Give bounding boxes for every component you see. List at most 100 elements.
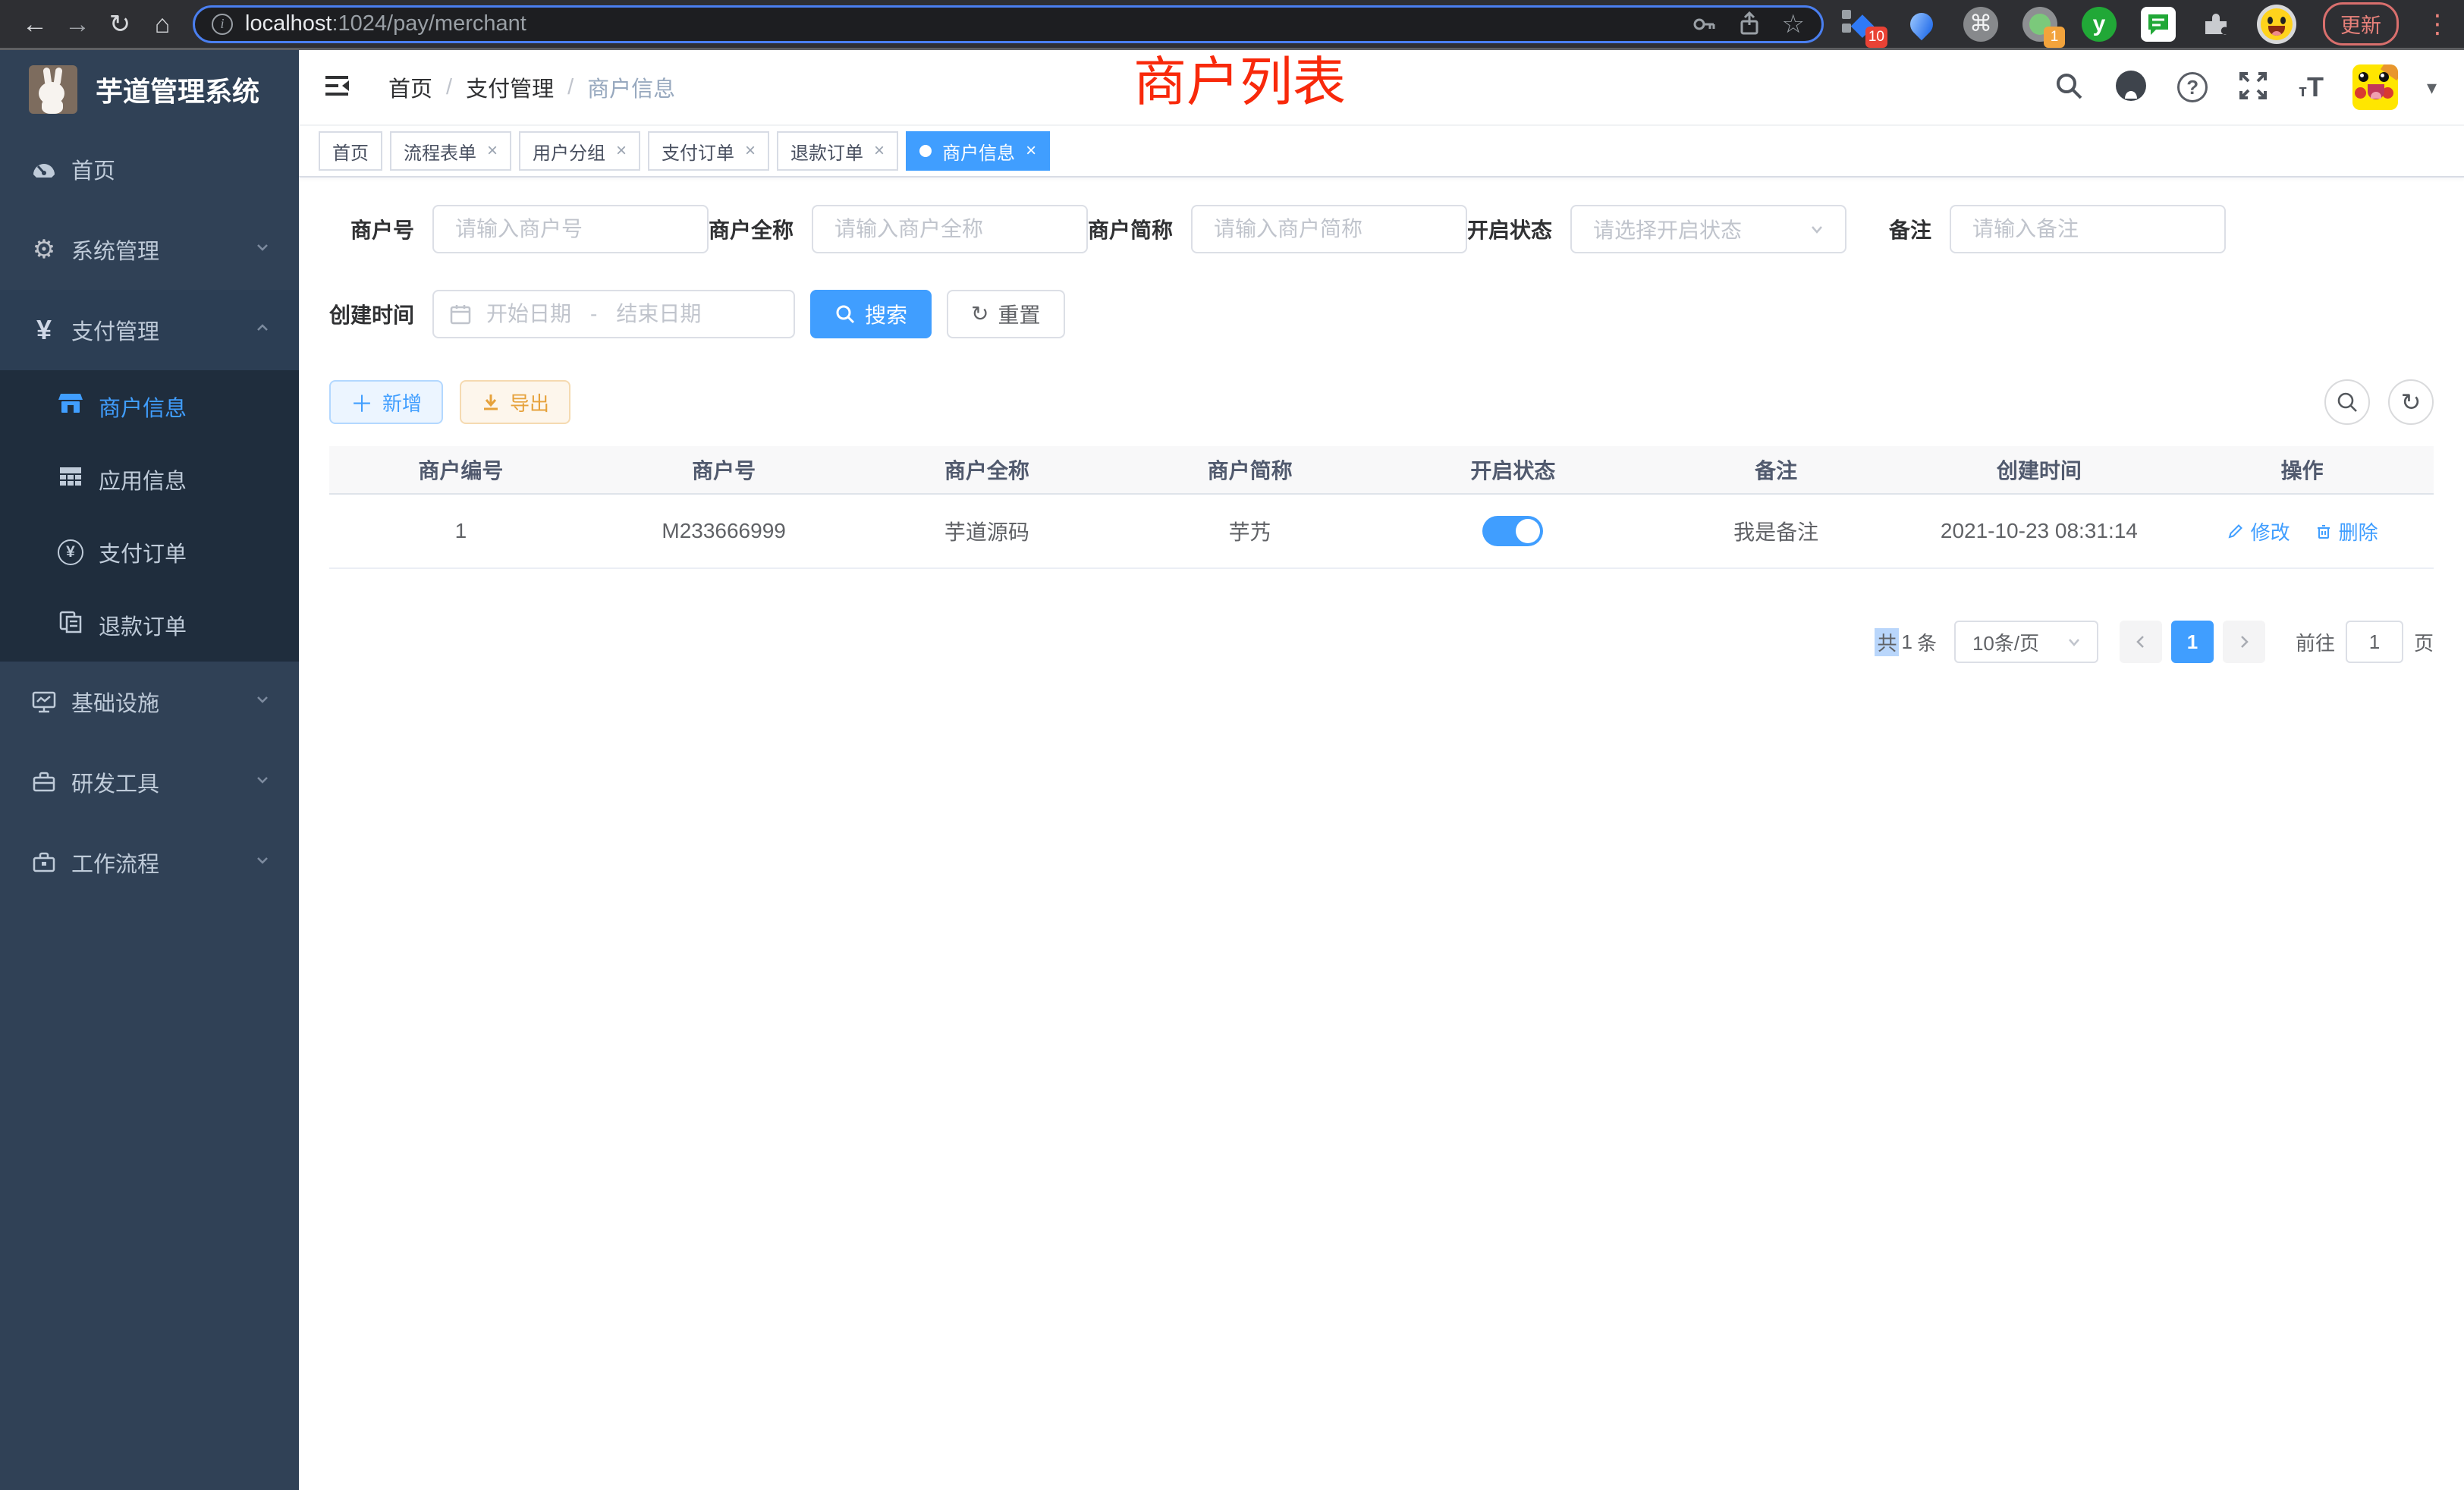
extension-command-icon[interactable]: ⌘ xyxy=(1960,4,2001,45)
field-label: 开启状态 xyxy=(1467,214,1570,244)
toolbox-icon xyxy=(30,769,58,795)
extension-pin-icon[interactable] xyxy=(1901,4,1942,45)
field-label: 创建时间 xyxy=(329,299,432,329)
briefcase-icon xyxy=(30,850,58,875)
close-icon[interactable]: × xyxy=(616,140,627,162)
field-label: 商户号 xyxy=(329,214,432,244)
reset-button[interactable]: ↻ 重置 xyxy=(947,290,1064,338)
key-icon[interactable] xyxy=(1691,11,1717,37)
merchant-table: 商户编号 商户号 商户全称 商户简称 开启状态 备注 创建时间 操作 1 M23… xyxy=(329,446,2434,569)
short-name-input[interactable] xyxy=(1191,205,1467,253)
font-size-icon[interactable]: тT xyxy=(2299,71,2324,103)
page-content: 商户号 商户全称 商户简称 开启状态 请选择开启状态 xyxy=(299,178,2464,690)
cell-full-name: 芋道源码 xyxy=(856,495,1119,567)
extension-emoji-icon[interactable] xyxy=(2256,4,2297,45)
extension-chat-icon[interactable] xyxy=(2138,4,2179,45)
merchant-no-input[interactable] xyxy=(432,205,709,253)
page-size-select[interactable]: 10条/页 xyxy=(1954,621,2098,663)
active-dot xyxy=(919,145,932,157)
url-text[interactable]: localhost:1024/pay/merchant xyxy=(245,11,1671,36)
share-icon[interactable] xyxy=(1736,11,1762,37)
table-header-row: 商户编号 商户号 商户全称 商户简称 开启状态 备注 创建时间 操作 xyxy=(329,446,2434,495)
filter-remark: 备注 xyxy=(1846,205,2226,253)
sidebar-logo-row[interactable]: 芋道管理系统 xyxy=(0,50,299,129)
sidebar-item-merchant-info[interactable]: 商户信息 xyxy=(0,370,299,443)
sidebar-item-payment[interactable]: ¥ 支付管理 xyxy=(0,290,299,370)
cell-create-time: 2021-10-23 08:31:14 xyxy=(1908,495,2171,567)
sidebar-item-dev-tools[interactable]: 研发工具 xyxy=(0,742,299,822)
full-name-input[interactable] xyxy=(812,205,1088,253)
close-icon[interactable]: × xyxy=(487,140,498,162)
user-avatar[interactable] xyxy=(2352,64,2398,110)
extension-recorder-icon[interactable]: 1 xyxy=(2019,4,2060,45)
tab-home[interactable]: 首页 xyxy=(319,131,382,171)
browser-home-icon[interactable]: ⌂ xyxy=(141,11,184,37)
sidebar-item-system[interactable]: ⚙ 系统管理 xyxy=(0,209,299,290)
chevron-down-icon xyxy=(1807,219,1827,239)
fullscreen-icon[interactable] xyxy=(2236,69,2270,106)
hamburger-icon[interactable] xyxy=(322,71,352,105)
chevron-right-icon xyxy=(2235,633,2253,651)
tab-refund-order[interactable]: 退款订单× xyxy=(777,131,898,171)
sidebar-item-workflow[interactable]: 工作流程 xyxy=(0,822,299,903)
grid-icon xyxy=(58,464,83,495)
extension-diamond-icon[interactable]: ◆ 10 xyxy=(1842,4,1883,45)
goto-page-input[interactable] xyxy=(2346,621,2403,663)
next-page-button[interactable] xyxy=(2223,621,2265,663)
sidebar-item-refund-order[interactable]: 退款订单 xyxy=(0,589,299,662)
sidebar-item-home[interactable]: 首页 xyxy=(0,129,299,209)
end-date-input[interactable] xyxy=(602,302,715,326)
status-select[interactable]: 请选择开启状态 xyxy=(1570,205,1846,253)
browser-forward-icon[interactable]: → xyxy=(56,11,99,37)
add-button[interactable]: ＋ 新增 xyxy=(329,380,443,424)
page-1-button[interactable]: 1 xyxy=(2171,621,2214,663)
close-icon[interactable]: × xyxy=(745,140,756,162)
extension-puzzle-icon[interactable] xyxy=(2197,4,2238,45)
sidebar-item-label: 首页 xyxy=(71,153,272,185)
close-icon[interactable]: × xyxy=(874,140,885,162)
tab-pay-order[interactable]: 支付订单× xyxy=(648,131,769,171)
breadcrumb-payment[interactable]: 支付管理 xyxy=(466,71,554,103)
avatar-caret-icon[interactable]: ▾ xyxy=(2427,76,2437,99)
breadcrumb-home[interactable]: 首页 xyxy=(388,71,432,103)
close-icon[interactable]: × xyxy=(1026,140,1036,162)
search-button[interactable]: 搜索 xyxy=(810,290,932,338)
chevron-left-icon xyxy=(2132,633,2150,651)
remark-input[interactable] xyxy=(1950,205,2226,253)
status-toggle[interactable] xyxy=(1482,516,1543,546)
sidebar-item-label: 支付管理 xyxy=(71,314,253,346)
help-icon[interactable]: ? xyxy=(2177,72,2208,102)
sidebar-item-pay-order[interactable]: 支付订单 xyxy=(0,516,299,589)
tab-user-group[interactable]: 用户分组× xyxy=(519,131,640,171)
cell-status xyxy=(1381,495,1645,567)
documents-icon xyxy=(58,609,83,641)
sidebar-item-infrastructure[interactable]: 基础设施 xyxy=(0,662,299,742)
extension-badge: 10 xyxy=(1865,27,1887,48)
start-date-input[interactable] xyxy=(472,302,586,326)
extension-y-icon[interactable]: y xyxy=(2079,4,2120,45)
search-icon[interactable] xyxy=(2053,70,2085,105)
pay-order-icon xyxy=(58,539,83,565)
browser-reload-icon[interactable]: ↻ xyxy=(99,11,141,37)
tab-process-form[interactable]: 流程表单× xyxy=(390,131,511,171)
bookmark-star-icon[interactable]: ☆ xyxy=(1782,9,1805,39)
refresh-table-button[interactable]: ↻ xyxy=(2388,379,2434,425)
browser-menu-icon[interactable]: ⋮ xyxy=(2425,9,2450,39)
prev-page-button[interactable] xyxy=(2120,621,2162,663)
delete-button[interactable]: 删除 xyxy=(2315,517,2378,545)
navbar-actions: ? тT ▾ xyxy=(2053,64,2437,110)
gear-icon: ⚙ xyxy=(30,237,58,262)
github-icon[interactable] xyxy=(2114,68,2148,107)
navbar: 首页 / 支付管理 / 商户信息 ? тT xyxy=(299,50,2464,126)
edit-button[interactable]: 修改 xyxy=(2227,517,2290,545)
export-button[interactable]: 导出 xyxy=(460,380,570,424)
browser-back-icon[interactable]: ← xyxy=(14,11,56,37)
sidebar-item-app-info[interactable]: 应用信息 xyxy=(0,443,299,516)
date-range-picker[interactable]: - xyxy=(432,290,795,338)
site-info-icon[interactable]: i xyxy=(212,14,233,35)
filter-create-time: 创建时间 - xyxy=(329,290,795,338)
show-search-button[interactable] xyxy=(2324,379,2370,425)
tab-merchant-info[interactable]: 商户信息× xyxy=(906,131,1050,171)
address-bar[interactable]: i localhost:1024/pay/merchant ☆ xyxy=(193,5,1824,43)
browser-update-button[interactable]: 更新 xyxy=(2323,2,2399,46)
